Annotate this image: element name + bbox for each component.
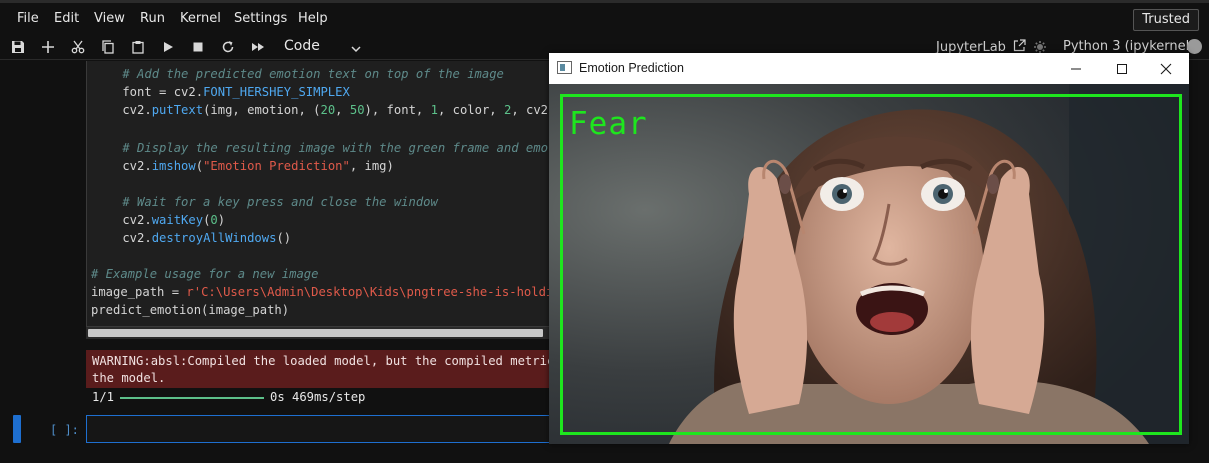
prediction-image-area: Fear — [549, 84, 1189, 444]
external-link-icon — [1013, 39, 1026, 52]
code-line: # Example usage for a new image — [91, 267, 319, 281]
active-cell-indicator — [13, 415, 21, 443]
code-line: cv2.putText(img, emotion, (20, 50), font… — [93, 103, 562, 117]
menu-file[interactable]: File — [17, 11, 39, 26]
copy-icon[interactable] — [98, 37, 118, 57]
emotion-prediction-window: Emotion Prediction Fear — [549, 53, 1189, 444]
cut-icon[interactable] — [68, 37, 88, 57]
menu-help[interactable]: Help — [298, 11, 328, 26]
save-icon[interactable] — [8, 37, 28, 57]
add-cell-icon[interactable] — [38, 37, 58, 57]
code-line: cv2.waitKey(0) — [93, 213, 226, 227]
progress-bar — [120, 397, 264, 399]
horizontal-scrollbar[interactable] — [86, 327, 551, 339]
paste-icon[interactable] — [128, 37, 148, 57]
progress-time: 0s 469ms/step — [270, 390, 366, 404]
minimize-icon[interactable] — [1053, 53, 1099, 84]
code-line: # Display the resulting image with the g… — [93, 141, 563, 155]
code-line: image_path = r'C:\Users\Admin\Desktop\Ki… — [91, 285, 561, 299]
window-app-icon — [557, 61, 572, 74]
trusted-badge[interactable]: Trusted — [1133, 9, 1199, 31]
menu-bar: File Edit View Run Kernel Settings Help … — [0, 0, 1209, 34]
fast-forward-icon[interactable] — [248, 37, 268, 57]
menu-settings[interactable]: Settings — [234, 11, 287, 26]
scrollbar-thumb[interactable] — [88, 329, 543, 337]
menu-run[interactable]: Run — [140, 11, 165, 26]
warning-text: WARNING:absl:Compiled the loaded model, … — [92, 354, 562, 368]
code-line: cv2.destroyAllWindows() — [93, 231, 292, 245]
warning-output: WARNING:absl:Compiled the loaded model, … — [86, 350, 562, 388]
code-cell-editor[interactable]: # Add the predicted emotion text on top … — [86, 61, 566, 327]
cell-prompt: [ ]: — [50, 423, 79, 437]
empty-code-cell-input[interactable] — [86, 415, 556, 443]
code-line: cv2.imshow("Emotion Prediction", img) — [93, 159, 394, 173]
maximize-icon[interactable] — [1099, 53, 1145, 84]
warning-text: the model. — [92, 371, 166, 385]
kernel-status-indicator — [1187, 39, 1202, 54]
kernel-name[interactable]: Python 3 (ipykernel) — [1063, 39, 1194, 54]
chevron-down-icon[interactable] — [350, 40, 362, 59]
code-line: # Add the predicted emotion text on top … — [93, 67, 504, 81]
detection-frame — [560, 94, 1182, 435]
predicted-emotion-label: Fear — [569, 106, 648, 142]
window-title-bar[interactable]: Emotion Prediction — [549, 53, 1189, 84]
close-icon[interactable] — [1143, 53, 1189, 84]
stop-icon[interactable] — [188, 37, 208, 57]
window-title: Emotion Prediction — [579, 61, 684, 75]
menu-edit[interactable]: Edit — [54, 11, 79, 26]
restart-icon[interactable] — [218, 37, 238, 57]
menu-kernel[interactable]: Kernel — [180, 11, 221, 26]
progress-step: 1/1 — [92, 390, 115, 404]
code-line: font = cv2.FONT_HERSHEY_SIMPLEX — [93, 85, 350, 99]
code-line: # Wait for a key press and close the win… — [93, 195, 438, 209]
run-icon[interactable] — [158, 37, 178, 57]
code-line: predict_emotion(image_path) — [91, 303, 290, 317]
menu-view[interactable]: View — [94, 11, 125, 26]
